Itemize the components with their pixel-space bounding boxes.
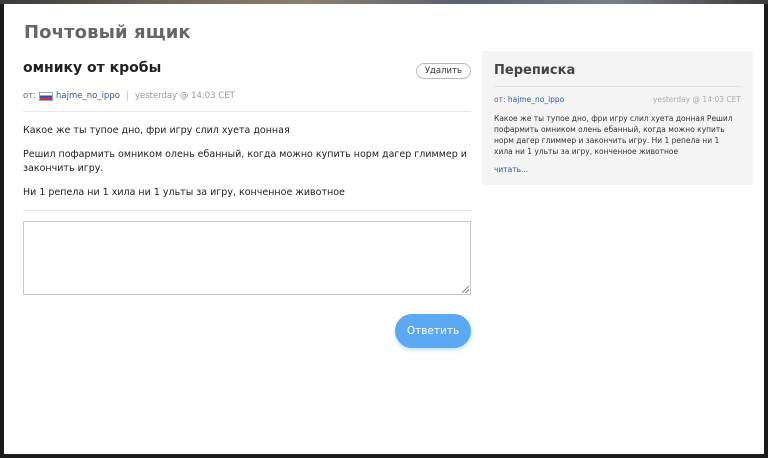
correspondence-author-link[interactable]: hajme_no_ippo <box>508 95 564 104</box>
message-meta: от: hajme_no_ippo yesterday @ 14:03 CET <box>23 89 471 103</box>
reply-textarea[interactable] <box>23 221 471 295</box>
message-view: омнику от кробы Удалить от: hajme_no_ipp… <box>23 60 471 211</box>
correspondence-divider <box>494 86 741 87</box>
read-more-link[interactable]: читать... <box>494 165 528 174</box>
message-paragraph: Какое же ты тупое дно, фри игру слил хуе… <box>23 125 290 136</box>
message-subject: омнику от кробы <box>23 60 162 76</box>
correspondence-meta: от: hajme_no_ippo yesterday @ 14:03 CET <box>494 95 741 107</box>
resize-grip-icon[interactable] <box>462 286 469 293</box>
correspondence-sidebar: Переписка от: hajme_no_ippo yesterday @ … <box>482 51 753 185</box>
message-timestamp: yesterday @ 14:03 CET <box>134 91 235 101</box>
russia-flag-icon <box>39 91 54 101</box>
message-header: омнику от кробы Удалить <box>23 60 471 84</box>
reply-button[interactable]: Ответить <box>395 314 471 348</box>
meta-separator <box>126 91 128 101</box>
from-label: от: <box>494 95 506 104</box>
from-label: от: <box>23 91 37 101</box>
correspondence-timestamp: yesterday @ 14:03 CET <box>652 95 741 104</box>
author-link[interactable]: hajme_no_ippo <box>56 91 120 101</box>
body-divider <box>23 210 471 211</box>
mailbox-panel: Почтовый ящик омнику от кробы Удалить от… <box>4 4 764 454</box>
correspondence-preview: Какое же ты тупое дно, фри игру слил хуе… <box>494 114 733 156</box>
message-body: Какое же ты тупое дно, фри игру слил хуе… <box>23 112 471 210</box>
delete-button[interactable]: Удалить <box>415 63 471 79</box>
message-paragraph: Решил пофармить омником олень ебанный, к… <box>23 149 467 174</box>
message-paragraph: Ни 1 репела ни 1 хила ни 1 ульты за игру… <box>23 187 345 198</box>
correspondence-title: Переписка <box>494 63 576 78</box>
page-title: Почтовый ящик <box>24 22 191 43</box>
